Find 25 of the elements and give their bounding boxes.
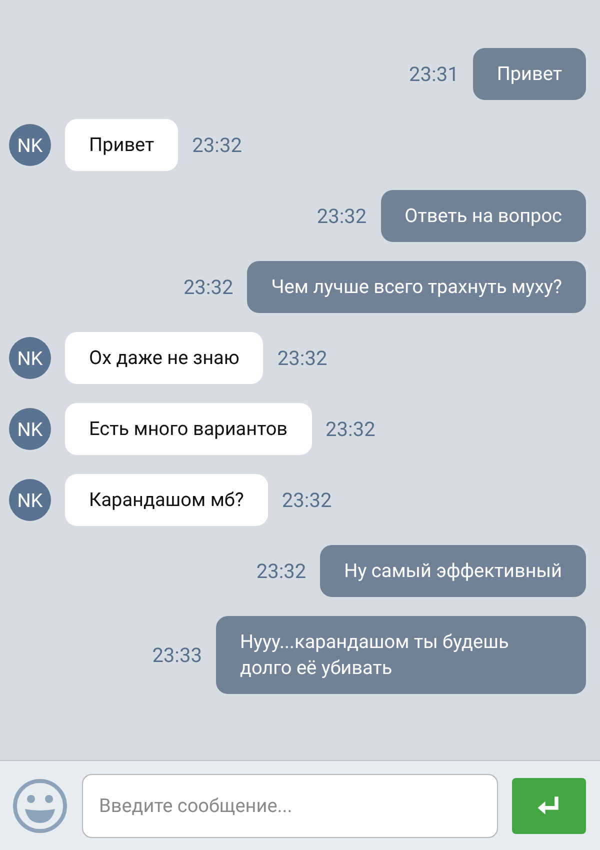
- outgoing-message: Чем лучше всего трахнуть муху?: [247, 261, 586, 313]
- message-time: 23:32: [316, 204, 367, 228]
- incoming-message: Привет: [65, 119, 178, 171]
- avatar: NK: [9, 124, 51, 166]
- message-time: 23:32: [183, 275, 234, 299]
- message-time: 23:32: [192, 133, 242, 157]
- avatar: NK: [9, 408, 51, 450]
- outgoing-message: Ну самый эффективный: [320, 545, 586, 597]
- message-input[interactable]: Введите сообщение...: [82, 774, 498, 838]
- outgoing-message: Привет: [472, 48, 586, 100]
- avatar: NK: [9, 337, 51, 379]
- message-time: 23:32: [277, 346, 328, 370]
- message-time: 23:33: [152, 643, 202, 667]
- incoming-message: Ох даже не знаю: [65, 332, 264, 384]
- outgoing-message: Ответь на вопрос: [380, 190, 586, 242]
- message-time: 23:32: [282, 488, 332, 512]
- outgoing-message: Нууу...карандашом ты будешь долго её убивать: [216, 616, 586, 694]
- smiley-icon[interactable]: [12, 778, 68, 834]
- send-button[interactable]: [512, 778, 586, 834]
- message-time: 23:31: [409, 62, 459, 86]
- avatar: NK: [9, 479, 51, 521]
- incoming-message: Есть много вариантов: [65, 403, 312, 455]
- message-time: 23:32: [256, 559, 306, 583]
- message-time: 23:32: [326, 417, 376, 441]
- incoming-message: Карандашом мб?: [65, 474, 268, 526]
